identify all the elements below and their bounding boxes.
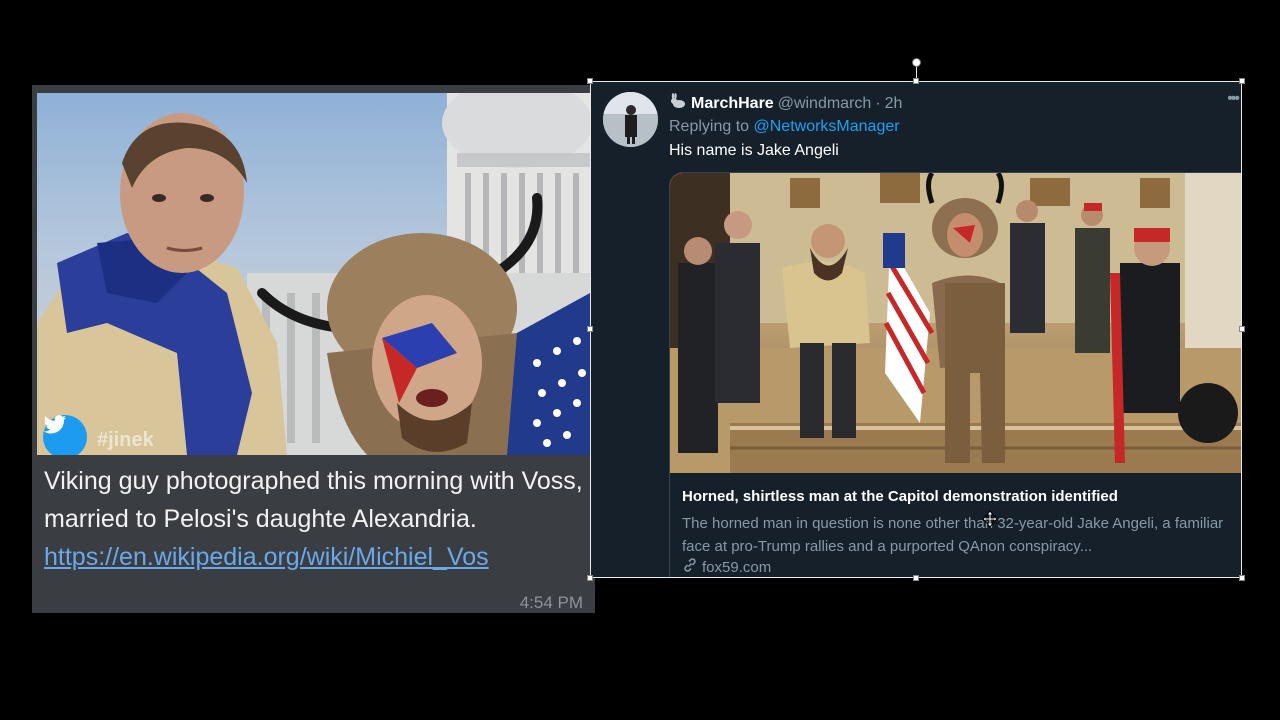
link-preview-card[interactable]: Horned, shirtless man at the Capitol dem… bbox=[669, 172, 1242, 578]
user-handle[interactable]: @windmarch bbox=[778, 95, 872, 113]
rabbit-icon bbox=[669, 93, 687, 114]
resize-handle-bottom-right[interactable] bbox=[1239, 575, 1245, 581]
resize-handle-top[interactable] bbox=[913, 78, 919, 84]
resize-handle-left[interactable] bbox=[587, 326, 593, 332]
resize-handle-top-right[interactable] bbox=[1239, 78, 1245, 84]
rotate-handle[interactable] bbox=[912, 58, 921, 67]
message-card: #jinek Viking guy photographed this morn… bbox=[32, 85, 595, 613]
display-name[interactable]: MarchHare bbox=[691, 95, 774, 113]
header-separator: · bbox=[875, 94, 881, 112]
watermark-label: #jinek bbox=[97, 429, 154, 451]
wikipedia-link[interactable]: https://en.wikipedia.org/wiki/Michiel_Vo… bbox=[44, 543, 489, 571]
tweet-age[interactable]: 2h bbox=[885, 95, 903, 113]
twitter-bird-icon bbox=[43, 415, 87, 455]
message-timestamp: 4:54 PM bbox=[519, 593, 583, 612]
tweet-card[interactable]: MarchHare @windmarch · 2h ••• Replying t… bbox=[591, 82, 1242, 578]
card-image[interactable] bbox=[670, 173, 1242, 473]
card-domain[interactable]: fox59.com bbox=[682, 557, 771, 577]
more-options-icon[interactable]: ••• bbox=[1227, 90, 1240, 108]
resize-handle-bottom-left[interactable] bbox=[587, 575, 593, 581]
replying-to: Replying to @NetworksManager bbox=[669, 118, 900, 136]
resize-handle-right[interactable] bbox=[1239, 326, 1245, 332]
capitol-interior-image bbox=[670, 173, 1242, 473]
message-body: Viking guy photographed this morning wit… bbox=[44, 467, 583, 533]
avatar[interactable] bbox=[603, 92, 658, 147]
selfie-image bbox=[37, 93, 590, 455]
replying-prefix: Replying to bbox=[669, 118, 750, 135]
move-cursor-icon bbox=[982, 510, 998, 528]
message-photo: #jinek bbox=[37, 93, 590, 455]
message-text: Viking guy photographed this morning wit… bbox=[44, 462, 584, 576]
tweet-text: His name is Jake Angeli bbox=[669, 142, 839, 159]
replying-to-link[interactable]: @NetworksManager bbox=[754, 118, 900, 135]
screen: #jinek Viking guy photographed this morn… bbox=[0, 0, 1280, 720]
card-title[interactable]: Horned, shirtless man at the Capitol dem… bbox=[682, 488, 1232, 505]
card-description: The horned man in question is none other… bbox=[682, 515, 1224, 555]
card-domain-text: fox59.com bbox=[702, 558, 772, 576]
tweet-header: MarchHare @windmarch · 2h bbox=[669, 93, 902, 114]
link-icon bbox=[682, 557, 698, 577]
resize-handle-top-left[interactable] bbox=[587, 78, 593, 84]
resize-handle-bottom[interactable] bbox=[913, 575, 919, 581]
